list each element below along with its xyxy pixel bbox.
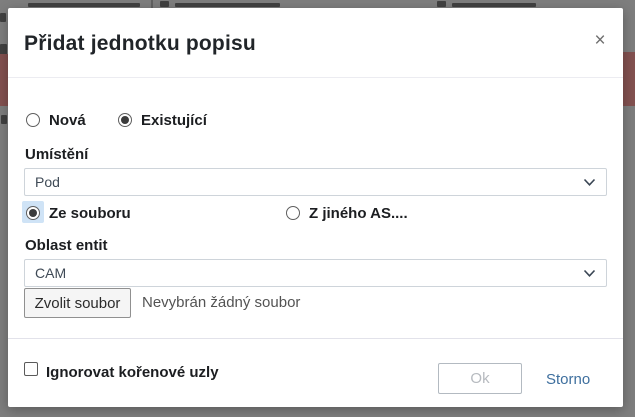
location-select[interactable]: Pod [24,168,607,196]
radio-option-nova[interactable]: Nová [26,112,86,128]
radio-option-ze-souboru[interactable]: Ze souboru [26,205,131,221]
chevron-down-icon [583,178,596,187]
background-selected-row-left [0,54,8,106]
header-divider [8,77,623,78]
radio-label: Ze souboru [49,205,131,222]
close-icon[interactable]: × [589,30,611,52]
radio-unchecked-icon[interactable] [286,206,300,220]
entity-area-label: Oblast entit [25,237,108,254]
radio-checked-icon[interactable] [26,206,40,220]
location-label: Umístění [25,146,88,163]
screen: Přidat jednotku popisu × Nová Existující… [0,0,635,417]
radio-label: Z jiného AS.... [309,205,408,222]
radio-label: Existující [141,112,207,129]
background-toolbar-divider [151,0,153,8]
ok-button[interactable]: Ok [438,363,522,394]
radio-label: Nová [49,112,86,129]
radio-checked-icon[interactable] [118,113,132,127]
ignore-root-nodes-label: Ignorovat kořenové uzly [46,364,219,381]
location-select-value: Pod [35,174,583,190]
background-toolbar-fragment [175,3,280,7]
storno-button[interactable]: Storno [546,370,590,390]
dialog-title: Přidat jednotku popisu [24,32,256,56]
radio-option-z-jineho-as[interactable]: Z jiného AS.... [286,205,408,221]
radio-option-existujici[interactable]: Existující [118,112,207,128]
chevron-down-icon [583,269,596,278]
background-selected-row-right [623,52,635,106]
footer-divider [8,338,623,339]
choose-file-button[interactable]: Zvolit soubor [24,288,131,318]
background-toolbar-fragment [28,3,140,7]
entity-area-select[interactable]: CAM [24,259,607,287]
background-text-fragment [1,115,7,124]
entity-area-select-value: CAM [35,265,583,281]
background-toolbar-icon-fragment [437,1,446,7]
ignore-root-nodes-checkbox[interactable] [24,362,38,376]
file-status-text: Nevybrán žádný soubor [142,288,300,318]
background-toolbar-fragment [452,3,536,7]
add-description-unit-dialog: Přidat jednotku popisu × Nová Existující… [8,8,623,407]
background-text-fragment [0,13,6,22]
radio-unchecked-icon[interactable] [26,113,40,127]
background-toolbar-icon-fragment [160,1,169,7]
